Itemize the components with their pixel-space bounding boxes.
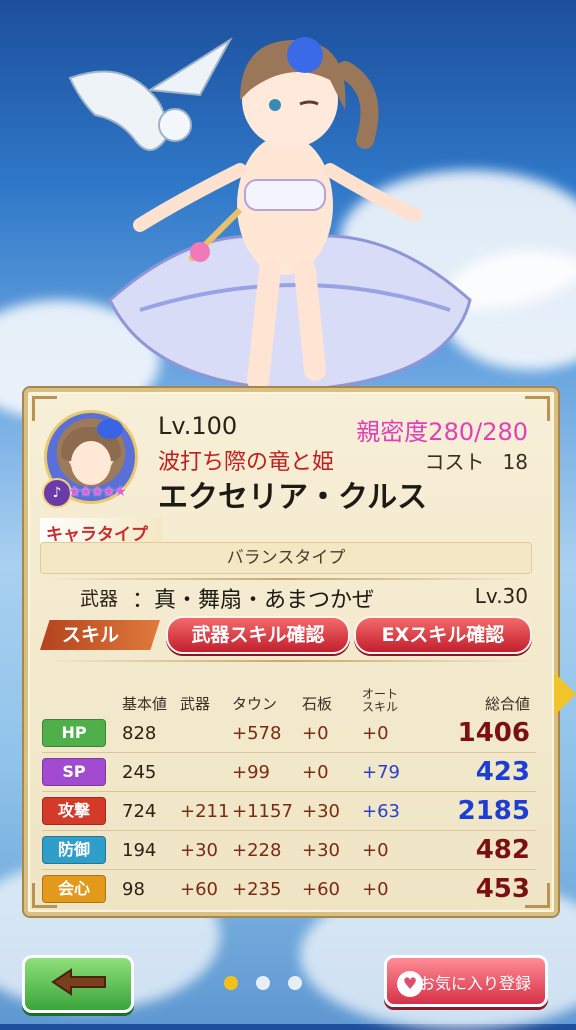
stat-label-cell: 攻撃	[42, 791, 122, 831]
weapon-name: ：真・舞扇・あまつかぜ	[132, 588, 375, 613]
header-total: 総合値	[484, 695, 530, 713]
stat-base: 98	[122, 878, 145, 900]
page-dot[interactable]	[256, 976, 270, 990]
stat-row: SP 245 +99 +0 +79 423	[42, 752, 536, 792]
header-weapon: 武器	[180, 695, 211, 713]
stat-town: +228	[232, 830, 302, 870]
stat-label-cell: HP	[42, 714, 122, 753]
stat-weapon	[180, 752, 232, 792]
ex-skill-button[interactable]: EXスキル確認	[354, 616, 532, 654]
stat-row: HP 828 +578 +0 +0 1406	[42, 714, 536, 753]
avatar-face	[71, 441, 111, 485]
stat-stone: +0	[302, 714, 362, 753]
corner-ornament	[32, 396, 57, 421]
heart-lock-icon: ♥	[397, 971, 423, 997]
header-auto-line2: スキル	[362, 700, 399, 714]
stat-town: +99	[232, 752, 302, 792]
stat-auto: +0	[362, 714, 442, 753]
stat-base: 828	[122, 714, 180, 753]
back-button[interactable]	[22, 955, 134, 1013]
flower-icon	[97, 419, 123, 439]
stat-weapon: +60	[180, 878, 218, 900]
cost-label: コスト	[424, 450, 485, 474]
stat-auto: +63	[362, 791, 442, 831]
stat-weapon: +211	[180, 791, 232, 831]
character-name: エクセリア・クルス	[158, 480, 428, 515]
stat-town: +578	[232, 714, 302, 753]
character-status-panel: ♪ ★★★★★ Lv.100 親密度280/280 波打ち際の竜と姫 コスト 18…	[24, 388, 558, 916]
skill-label: スキル	[40, 620, 160, 650]
stat-label: 防御	[42, 836, 106, 864]
stat-total: 423	[442, 752, 536, 792]
favorite-button[interactable]: ♥ お気に入り登録	[384, 955, 548, 1007]
divider	[44, 660, 530, 662]
character-illustration	[68, 37, 472, 392]
stat-stone: +60	[302, 878, 340, 900]
stat-town: +235	[232, 878, 282, 900]
stat-total: 1406	[442, 714, 536, 753]
rarity-stars: ★★★★★	[68, 484, 127, 500]
header-base: 基本値	[122, 695, 168, 713]
affinity-label: 親密度	[356, 418, 429, 446]
stat-label: HP	[42, 719, 106, 747]
next-page-arrow-icon[interactable]	[554, 672, 576, 716]
stat-weapon: +30	[180, 830, 232, 870]
stat-auto: +79	[362, 752, 442, 792]
stat-stone: +30	[302, 830, 362, 870]
stat-label-cell: SP	[42, 752, 122, 792]
header-stone: 石板	[302, 695, 333, 713]
cost: コスト 18	[425, 446, 528, 475]
stats-header-row: 基本値 武器 タウン 石板 オート スキル 総合値	[42, 672, 536, 714]
page-dot[interactable]	[288, 976, 302, 990]
stat-row: 会心 98 +60 +235 +60 +0 453	[42, 870, 536, 909]
dragon-icon	[68, 37, 233, 151]
stat-total: 453	[475, 874, 530, 904]
stat-town: +1157	[232, 791, 302, 831]
stat-weapon	[180, 714, 232, 753]
cost-value: 18	[502, 450, 528, 474]
left-arrow-icon	[51, 968, 106, 996]
weapon-level: Lv.30	[474, 584, 528, 608]
page-dot-active[interactable]	[224, 976, 238, 990]
stat-label: 攻撃	[42, 797, 106, 825]
header-auto-skill: オート スキル	[362, 672, 442, 714]
weapon-label: 武器	[80, 588, 119, 610]
stat-label: 会心	[42, 875, 106, 903]
corner-ornament	[525, 396, 550, 421]
stat-label-cell: 会心	[42, 870, 122, 909]
stat-auto: +0	[362, 830, 442, 870]
character-level: Lv.100	[158, 412, 238, 440]
stat-label: SP	[42, 758, 106, 786]
chara-type-value: バランスタイプ	[40, 542, 532, 574]
stat-base: 245	[122, 752, 180, 792]
affinity: 親密度280/280	[356, 412, 528, 447]
stats-table: 基本値 武器 タウン 石板 オート スキル 総合値 HP 828 +578 +0 +0 1…	[42, 672, 536, 908]
stat-auto: +0	[362, 878, 389, 900]
header-town: タウン	[232, 695, 278, 713]
stat-row: 攻撃 724 +211 +1157 +30 +63 2185	[42, 791, 536, 831]
divider	[44, 578, 530, 580]
stat-total: 482	[442, 830, 536, 870]
stat-row: 防御 194 +30 +228 +30 +0 482	[42, 830, 536, 870]
stat-stone: +30	[302, 791, 362, 831]
stat-base: 194	[122, 830, 180, 870]
stat-label-cell: 防御	[42, 830, 122, 870]
favorite-label: お気に入り登録	[418, 974, 531, 993]
stat-total: 2185	[442, 791, 536, 831]
stat-base: 724	[122, 791, 180, 831]
affinity-value: 280/280	[428, 418, 528, 446]
stats-header-blank	[42, 672, 122, 714]
weapon-skill-button[interactable]: 武器スキル確認	[166, 616, 350, 654]
stat-stone: +0	[302, 752, 362, 792]
